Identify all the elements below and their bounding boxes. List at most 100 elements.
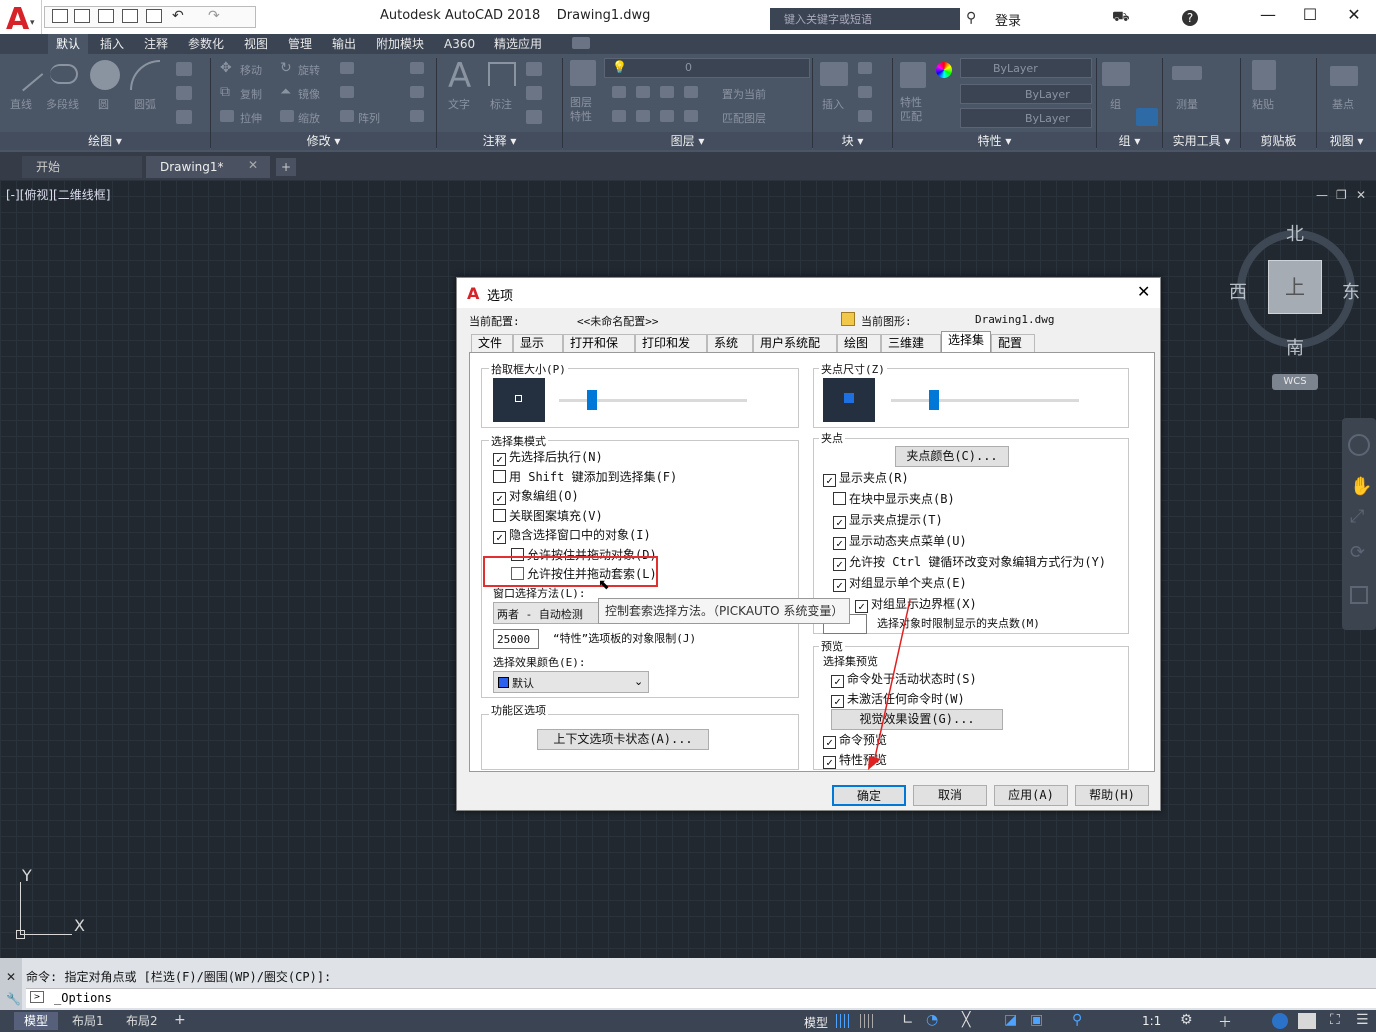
pickbox-slider-thumb[interactable] <box>587 390 597 410</box>
checkbox[interactable]: ✓ <box>493 453 506 466</box>
checkbox[interactable] <box>833 492 846 505</box>
polar-icon[interactable]: ◔ <box>926 1012 938 1028</box>
erase-icon[interactable] <box>410 62 424 74</box>
viewport-restore-icon[interactable]: ❐ <box>1336 188 1347 202</box>
fullscreen-icon[interactable]: ⛶ <box>1330 1012 1340 1028</box>
undo-icon[interactable]: ↶ <box>172 8 184 24</box>
base-point-icon[interactable] <box>1330 66 1358 86</box>
modify-move-label[interactable]: 移动 <box>240 62 262 78</box>
mirror-icon[interactable]: ⏶ <box>280 84 291 100</box>
tab-3d-modeling[interactable]: 三维建模 <box>881 334 941 366</box>
layer-freeze-icon[interactable] <box>660 86 674 98</box>
checkbox[interactable]: ✓ <box>831 695 844 708</box>
print-icon[interactable] <box>146 9 162 23</box>
modify-array-label[interactable]: 阵列 <box>358 110 380 126</box>
modify-mirror-label[interactable]: 镜像 <box>298 86 320 102</box>
panel-properties[interactable]: 特性 ▾ <box>893 132 1096 150</box>
modify-copy-label[interactable]: 复制 <box>240 86 262 102</box>
grid-icon[interactable] <box>836 1014 850 1028</box>
panel-block[interactable]: 块 ▾ <box>813 132 892 150</box>
region-icon[interactable] <box>176 110 192 124</box>
tab-open-save[interactable]: 打开和保存 <box>563 334 635 366</box>
checkbox[interactable]: ✓ <box>823 756 836 769</box>
contextual-tab-states-button[interactable]: 上下文选项卡状态(A)... <box>537 729 709 750</box>
new-tab-icon[interactable]: + <box>276 158 296 176</box>
ok-button[interactable]: 确定 <box>832 785 906 806</box>
tab-display[interactable]: 显示 <box>513 334 563 352</box>
leader-icon[interactable] <box>526 62 542 76</box>
layer-dropdown[interactable]: 0 <box>604 58 810 78</box>
layer-properties-icon[interactable] <box>570 60 596 86</box>
zoom-icon[interactable]: ⤢ <box>1350 506 1364 527</box>
tab-default[interactable]: 默认 <box>48 34 89 54</box>
trim-icon[interactable] <box>340 62 354 74</box>
edit-block-icon[interactable] <box>858 86 872 98</box>
maximize-button[interactable]: ☐ <box>1290 4 1330 28</box>
modify-stretch-label[interactable]: 拉伸 <box>240 110 262 126</box>
ribbon-minimize-icon[interactable] <box>572 37 590 49</box>
viewcube-south[interactable]: 南 <box>1286 334 1304 360</box>
option-ctrl-cycling[interactable]: ✓ 允许按 Ctrl 键循环改变对象编辑方式行为(Y) <box>833 553 1106 571</box>
copy-icon[interactable]: ⧉ <box>220 84 230 100</box>
array-icon[interactable] <box>340 110 354 122</box>
paste-icon[interactable] <box>1252 60 1276 90</box>
layout-tab-1[interactable]: 布局1 <box>62 1012 114 1030</box>
dialog-close-button[interactable]: ✕ <box>1137 282 1150 301</box>
rotate-icon[interactable]: ↻ <box>280 60 292 76</box>
viewcube-east[interactable]: 东 <box>1342 278 1360 304</box>
create-block-icon[interactable] <box>858 62 872 74</box>
plus-icon[interactable]: ＋ <box>1218 1012 1232 1032</box>
checkbox[interactable] <box>493 470 506 483</box>
layer-thaw-icon[interactable] <box>660 110 674 122</box>
tab-parametric[interactable]: 参数化 <box>180 34 232 54</box>
checkbox[interactable]: ✓ <box>833 579 846 592</box>
checkbox[interactable]: ✓ <box>833 537 846 550</box>
rectangle-icon[interactable] <box>176 62 192 76</box>
tab-system[interactable]: 系统 <box>707 334 753 352</box>
command-prompt-icon[interactable]: > <box>30 991 44 1003</box>
measure-icon[interactable] <box>1172 66 1202 80</box>
panel-layers[interactable]: 图层 ▾ <box>563 132 812 150</box>
checkbox[interactable]: ✓ <box>823 474 836 487</box>
group-select-icon[interactable] <box>1136 108 1158 126</box>
settings-gear-icon[interactable]: ⚙ <box>1180 1012 1193 1028</box>
checkbox[interactable]: ✓ <box>833 516 846 529</box>
layer-isolate-icon[interactable] <box>636 86 650 98</box>
explode-icon[interactable] <box>410 86 424 98</box>
scale-dropdown[interactable]: 1:1 <box>1142 1014 1161 1028</box>
annotation-scale-icon[interactable]: ⚲ <box>1072 1012 1082 1028</box>
pan-icon[interactable]: ✋ <box>1350 476 1372 497</box>
checkbox[interactable]: ✓ <box>823 736 836 749</box>
tab-manage[interactable]: 管理 <box>280 34 320 54</box>
tab-a360[interactable]: A360 <box>436 34 483 54</box>
close-window-button[interactable]: ✕ <box>1334 4 1374 28</box>
modify-rotate-label[interactable]: 旋转 <box>298 62 320 78</box>
save-as-icon[interactable] <box>122 9 138 23</box>
text-icon[interactable]: A <box>448 56 471 96</box>
tab-insert[interactable]: 插入 <box>92 34 132 54</box>
wrench-icon[interactable]: 🔧 <box>6 992 21 1006</box>
grip-slider-track[interactable] <box>891 399 1079 402</box>
option-associative-hatch[interactable]: 关联图案填充(V) <box>493 507 603 525</box>
layer-unlock-icon[interactable] <box>684 110 698 122</box>
close-tab-icon[interactable]: ✕ <box>248 158 258 172</box>
panel-annotation[interactable]: 注释 ▾ <box>437 132 562 150</box>
object-limit-input[interactable]: 25000 <box>493 629 539 649</box>
apply-button[interactable]: 应用(A) <box>994 785 1068 806</box>
panel-modify[interactable]: 修改 ▾ <box>211 132 436 150</box>
checkbox[interactable]: ✓ <box>493 492 506 505</box>
layout-tab-2[interactable]: 布局2 <box>116 1012 168 1030</box>
lineweight-dropdown[interactable]: ByLayer <box>960 108 1092 128</box>
option-grips-in-blocks[interactable]: 在块中显示夹点(B) <box>833 490 955 508</box>
panel-view[interactable]: 视图 ▾ <box>1317 132 1376 150</box>
checkbox[interactable]: ✓ <box>831 675 844 688</box>
circle-icon[interactable] <box>90 60 120 90</box>
grip-colors-button[interactable]: 夹点颜色(C)... <box>895 446 1009 467</box>
wcs-menu[interactable]: WCS <box>1272 374 1318 390</box>
polyline-icon[interactable] <box>50 64 78 84</box>
tab-output[interactable]: 输出 <box>324 34 364 54</box>
option-grip-tips[interactable]: ✓ 显示夹点提示(T) <box>833 511 943 529</box>
cancel-button[interactable]: 取消 <box>913 785 987 806</box>
effect-color-select[interactable]: 默认 ⌄ <box>493 671 649 693</box>
new-file-icon[interactable] <box>52 9 68 23</box>
